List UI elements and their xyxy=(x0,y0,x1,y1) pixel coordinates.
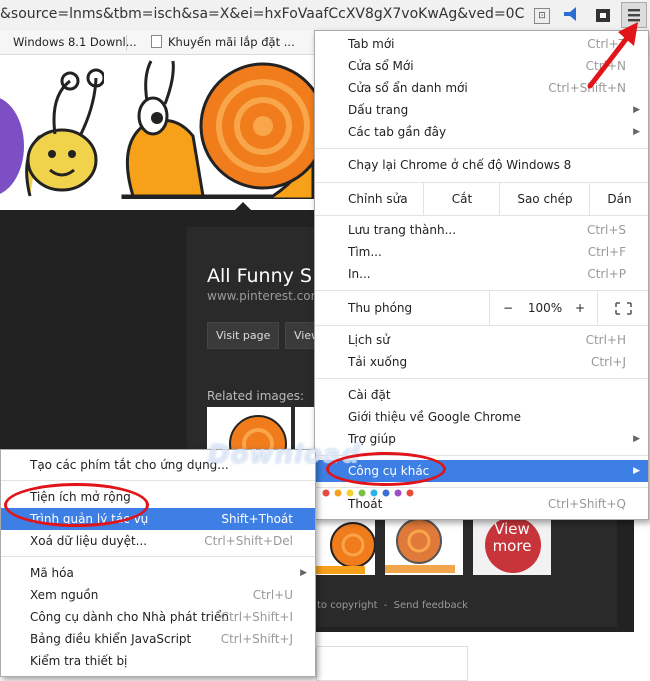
menu-item-view-source[interactable]: Xem nguồn Ctrl+U xyxy=(1,584,315,606)
submenu-arrow-icon: ▶ xyxy=(633,434,640,444)
related-thumb-4[interactable] xyxy=(385,515,463,575)
menu-separator xyxy=(1,556,315,557)
menu-item-history[interactable]: Lịch sử Ctrl+H xyxy=(315,329,648,351)
submenu-arrow-icon: ▶ xyxy=(633,466,640,476)
menu-separator xyxy=(315,325,648,326)
page-icon xyxy=(151,35,162,48)
view-more-tile[interactable]: View more xyxy=(473,515,551,575)
watermark-dots xyxy=(320,486,440,497)
bookmark-khuyen-mai[interactable]: Khuyến mãi lắp đặt ... xyxy=(151,35,295,49)
annotation-circle-extensions xyxy=(4,483,149,527)
menu-row-edit: Chỉnh sửa Cắt Sao chép Dán xyxy=(315,183,648,215)
image-result-snail[interactable] xyxy=(113,56,314,199)
menu-item-clear-data[interactable]: Xoá dữ liệu duyệt... Ctrl+Shift+Del xyxy=(1,530,315,552)
zoom-in-button[interactable]: + xyxy=(565,291,595,325)
submenu-arrow-icon: ▶ xyxy=(633,127,640,137)
visit-page-button[interactable]: Visit page xyxy=(207,322,280,349)
menu-item-developer-tools[interactable]: Công cụ dành cho Nhà phát triển Ctrl+Shif… xyxy=(1,606,315,628)
cut-button[interactable]: Cắt xyxy=(423,183,500,215)
preview-site[interactable]: www.pinterest.com xyxy=(207,289,322,303)
menu-item-settings[interactable]: Cài đặt xyxy=(315,384,648,406)
page-icon xyxy=(4,37,7,48)
footer-links: to copyright - Send feedback xyxy=(317,600,468,611)
menu-item-bookmarks[interactable]: Dấu trang ▶ xyxy=(315,99,648,121)
annotation-circle-more-tools xyxy=(326,452,446,486)
translate-icon[interactable]: ⊡ xyxy=(534,8,550,24)
zoom-level: 100% xyxy=(527,301,563,315)
view-more-label: View more xyxy=(492,520,532,555)
image-result-left[interactable] xyxy=(0,56,104,199)
menu-item-relaunch-win8[interactable]: Chạy lại Chrome ở chế độ Windows 8 xyxy=(315,154,648,176)
menu-separator xyxy=(1,480,315,481)
menu-separator xyxy=(315,148,648,149)
paste-button[interactable]: Dán xyxy=(589,183,649,215)
menu-item-recent-tabs[interactable]: Các tab gần đây ▶ xyxy=(315,121,648,143)
copyright-link[interactable]: to copyright xyxy=(317,600,378,611)
bookmark-divider xyxy=(126,35,127,50)
menu-item-inspect-devices[interactable]: Kiểm tra thiết bị xyxy=(1,650,315,672)
url-text[interactable]: &source=lnms&tbm=isch&sa=X&ei=hxFoVaafCc… xyxy=(0,6,524,22)
annotation-arrow-icon xyxy=(578,18,648,94)
related-images-label: Related images: xyxy=(207,389,305,403)
address-bar[interactable]: &source=lnms&tbm=isch&sa=X&ei=hxFoVaafCc… xyxy=(0,0,650,32)
submenu-arrow-icon: ▶ xyxy=(633,105,640,115)
menu-separator xyxy=(315,378,648,379)
fullscreen-button[interactable] xyxy=(597,291,649,325)
send-feedback-link[interactable]: Send feedback xyxy=(394,600,468,611)
preview-title[interactable]: All Funny S xyxy=(207,265,312,287)
menu-item-about-chrome[interactable]: Giới thiệu về Google Chrome xyxy=(315,406,648,428)
submenu-arrow-icon: ▶ xyxy=(300,568,307,578)
menu-separator xyxy=(315,215,648,216)
below-panel-box xyxy=(316,646,468,681)
menu-item-find[interactable]: Tìm... Ctrl+F xyxy=(315,241,648,263)
menu-row-zoom: Thu phóng − 100% + xyxy=(315,291,648,325)
chrome-main-menu: Tab mớiCtrl+T Cửa sổ MớiCtrl+N Cửa sổ ẩn… xyxy=(314,30,649,520)
copy-button[interactable]: Sao chép xyxy=(499,183,590,215)
more-tools-submenu: Tạo các phím tắt cho ứng dụng... Tiện íc… xyxy=(0,449,316,677)
menu-item-encoding[interactable]: Mã hóa ▶ xyxy=(1,562,315,584)
zoom-out-button[interactable]: − xyxy=(489,291,526,325)
related-thumb-3[interactable] xyxy=(315,515,375,575)
announce-extension-icon[interactable] xyxy=(561,4,579,24)
menu-item-print[interactable]: In... Ctrl+P xyxy=(315,263,648,285)
menu-item-help[interactable]: Trợ giúp ▶ xyxy=(315,428,648,450)
menu-item-js-console[interactable]: Bảng điều khiển JavaScript Ctrl+Shift+J xyxy=(1,628,315,650)
menu-item-downloads[interactable]: Tải xuống Ctrl+J xyxy=(315,351,648,373)
menu-item-save-page[interactable]: Lưu trang thành... Ctrl+S xyxy=(315,219,648,241)
bookmark-windows[interactable]: Windows 8.1 Downl... xyxy=(4,35,137,49)
fullscreen-icon xyxy=(615,302,632,315)
